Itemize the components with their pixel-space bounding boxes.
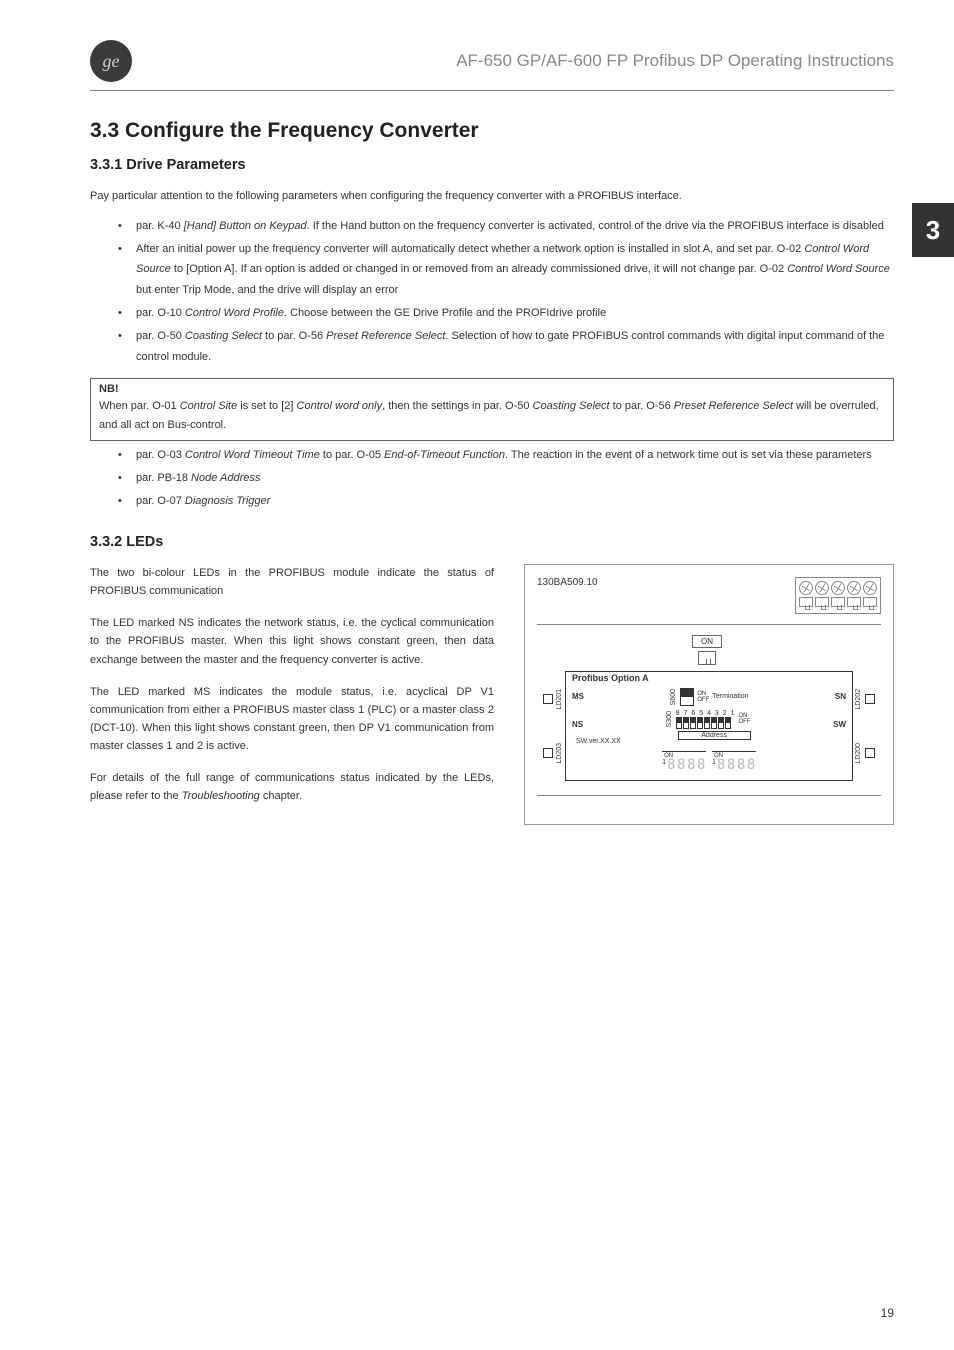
note-body: When par. O-01 Control Site is set to [2… — [99, 397, 885, 434]
screw-terminal-icon — [847, 581, 861, 595]
diagram-id: 130BA509.10 — [537, 577, 598, 588]
seven-segment-icon — [737, 759, 746, 774]
doc-title: AF-650 GP/AF-600 FP Profibus DP Operatin… — [456, 51, 894, 71]
chapter-tab: 3 — [912, 203, 954, 257]
sn-label: SN — [835, 692, 846, 701]
intro-paragraph: Pay particular attention to the followin… — [90, 187, 894, 206]
seven-segment-displays: ON 1 ON — [572, 751, 846, 774]
list-item: par. O-10 Control Word Profile. Choose b… — [118, 303, 894, 324]
seven-segment-icon — [727, 759, 736, 774]
list-item: After an initial power up the frequency … — [118, 239, 894, 302]
led-paragraph: The LED marked MS indicates the module s… — [90, 683, 494, 756]
switch-off-label: OFF — [697, 697, 709, 703]
diagram-column: 130BA509.10 — [524, 564, 894, 825]
list-item: par. O-07 Diagnosis Trigger — [118, 491, 894, 512]
screw-terminal-icon — [799, 581, 813, 595]
plug-icon — [847, 597, 861, 607]
led-indicator-icon — [543, 748, 553, 758]
led-indicator-icon — [865, 694, 875, 704]
divider — [537, 795, 881, 796]
subsection-heading-leds: 3.3.2 LEDs — [90, 534, 894, 550]
ms-label: MS — [572, 692, 584, 701]
note-title: NB! — [99, 383, 885, 395]
divider — [537, 624, 881, 625]
led-paragraph: For details of the full range of communi… — [90, 769, 494, 805]
screw-terminal-icon — [863, 581, 877, 595]
dip-off-label: OFF — [739, 719, 751, 725]
list-item: par. O-03 Control Word Timeout Time to p… — [118, 445, 894, 466]
display-index: 1 — [662, 759, 666, 766]
module-diagram: 130BA509.10 — [524, 564, 894, 825]
seven-segment-icon — [667, 759, 676, 774]
led-label: LD200 — [855, 743, 862, 764]
led-label: LD203 — [556, 743, 563, 764]
connector-icon — [795, 577, 881, 614]
sw-label: SW — [833, 720, 846, 729]
on-label: ON — [692, 635, 722, 648]
ge-logo-text: ge — [103, 51, 120, 72]
address-label: Address — [678, 731, 751, 740]
chapter-tab-number: 3 — [926, 215, 940, 246]
list-item: par. O-50 Coasting Select to par. O-56 P… — [118, 326, 894, 368]
termination-switch-icon — [680, 688, 694, 706]
seven-segment-icon — [747, 759, 756, 774]
ge-logo: ge — [90, 40, 132, 82]
list-item: par. PB-18 Node Address — [118, 468, 894, 489]
led-label: LD201 — [556, 689, 563, 710]
subsection-heading-params: 3.3.1 Drive Parameters — [90, 157, 894, 173]
seven-segment-icon — [677, 759, 686, 774]
seven-segment-icon — [697, 759, 706, 774]
dip-switch-icon — [676, 717, 736, 729]
switch-label: S300 — [666, 711, 673, 727]
plug-icon — [831, 597, 845, 607]
page-number: 19 — [881, 1306, 894, 1320]
note-box: NB! When par. O-01 Control Site is set t… — [90, 378, 894, 441]
led-label: LD202 — [855, 689, 862, 710]
option-title: Profibus Option A — [572, 673, 846, 683]
ns-label: NS — [572, 720, 583, 729]
screw-terminal-icon — [815, 581, 829, 595]
led-paragraph: The two bi-colour LEDs in the PROFIBUS m… — [90, 564, 494, 600]
chip-icon — [698, 651, 716, 665]
text-column: The two bi-colour LEDs in the PROFIBUS m… — [90, 564, 494, 825]
seven-segment-icon — [687, 759, 696, 774]
switch-label: S600 — [670, 689, 677, 705]
led-indicator-icon — [543, 694, 553, 704]
seven-segment-icon — [717, 759, 726, 774]
led-paragraph: The LED marked NS indicates the network … — [90, 614, 494, 668]
screw-terminal-icon — [831, 581, 845, 595]
bullet-list-2: par. O-03 Control Word Timeout Time to p… — [90, 445, 894, 512]
dip-numbers: 8 7 6 5 4 3 2 1 — [676, 710, 736, 717]
two-column-layout: The two bi-colour LEDs in the PROFIBUS m… — [90, 564, 894, 825]
display-index: 1 — [712, 759, 716, 766]
termination-label: Termination — [712, 693, 748, 700]
plug-icon — [799, 597, 813, 607]
plug-icon — [815, 597, 829, 607]
bullet-list-1: par. K-40 [Hand] Button on Keypad. If th… — [90, 216, 894, 368]
led-indicator-icon — [865, 748, 875, 758]
list-item: par. K-40 [Hand] Button on Keypad. If th… — [118, 216, 894, 237]
page-header: ge AF-650 GP/AF-600 FP Profibus DP Opera… — [90, 40, 894, 91]
plug-icon — [863, 597, 877, 607]
section-heading: 3.3 Configure the Frequency Converter — [90, 119, 894, 143]
